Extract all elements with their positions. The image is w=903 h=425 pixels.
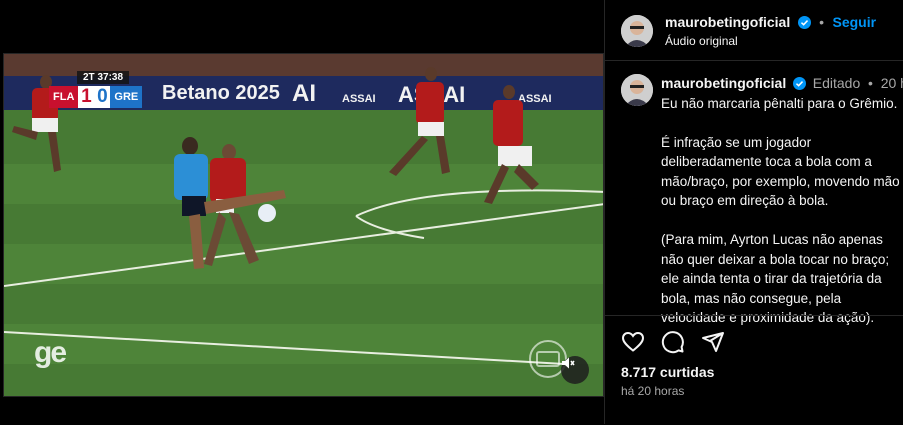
ad-board-assai-3: ASSAI xyxy=(518,93,552,105)
away-team: GRE xyxy=(110,86,143,108)
match-clock: 2T 37:38 xyxy=(77,71,130,84)
audio-link[interactable]: Áudio original xyxy=(665,34,738,48)
avatar[interactable] xyxy=(621,15,653,47)
home-score: 1 xyxy=(78,86,95,108)
likes-count[interactable]: 8.717 curtidas xyxy=(621,364,714,380)
verified-badge-icon xyxy=(793,77,806,90)
mute-button[interactable] xyxy=(561,356,589,384)
scoreboard: 2T 37:38 FLA 1 0 GRE xyxy=(49,67,143,108)
header-username[interactable]: maurobetingoficial xyxy=(665,14,790,30)
caption-username[interactable]: maurobetingoficial xyxy=(661,75,786,91)
post-sidebar: maurobetingoficial • Seguir Áudio origin… xyxy=(604,0,903,424)
post-header: maurobetingoficial • Seguir Áudio origin… xyxy=(605,0,903,61)
separator-dot: • xyxy=(819,14,825,30)
caption-avatar[interactable] xyxy=(621,74,653,106)
caption-age: 20 h xyxy=(880,75,903,91)
post-time[interactable]: há 20 horas xyxy=(621,384,684,398)
caption: maurobetingoficial Editado • 20 h Eu não… xyxy=(661,74,903,328)
video-player[interactable]: Betano 2025 AI ASSAI ASSAI ASSAI xyxy=(3,53,604,397)
verified-badge-icon xyxy=(797,16,811,29)
share-icon[interactable] xyxy=(701,330,725,354)
separator-dot: • xyxy=(868,75,873,91)
edited-label: Editado xyxy=(812,75,861,91)
avatar-photo xyxy=(621,15,653,47)
ad-board-ai: AI xyxy=(292,80,316,107)
comment-icon[interactable] xyxy=(661,330,685,354)
ad-board-betano: Betano 2025 xyxy=(162,82,280,104)
heart-icon[interactable] xyxy=(621,330,645,354)
avatar-photo xyxy=(621,74,653,106)
away-score: 0 xyxy=(94,86,111,108)
speaker-muted-icon xyxy=(562,357,575,369)
action-bar: 8.717 curtidas há 20 horas xyxy=(605,315,903,425)
home-team: FLA xyxy=(49,86,79,108)
follow-button[interactable]: Seguir xyxy=(833,14,877,30)
ball xyxy=(258,204,276,222)
caption-text: Eu não marcaria pênalti para o Grêmio. É… xyxy=(661,95,900,326)
ad-board-assai-1: ASSAI xyxy=(342,93,376,105)
ge-watermark: ge xyxy=(34,336,67,369)
